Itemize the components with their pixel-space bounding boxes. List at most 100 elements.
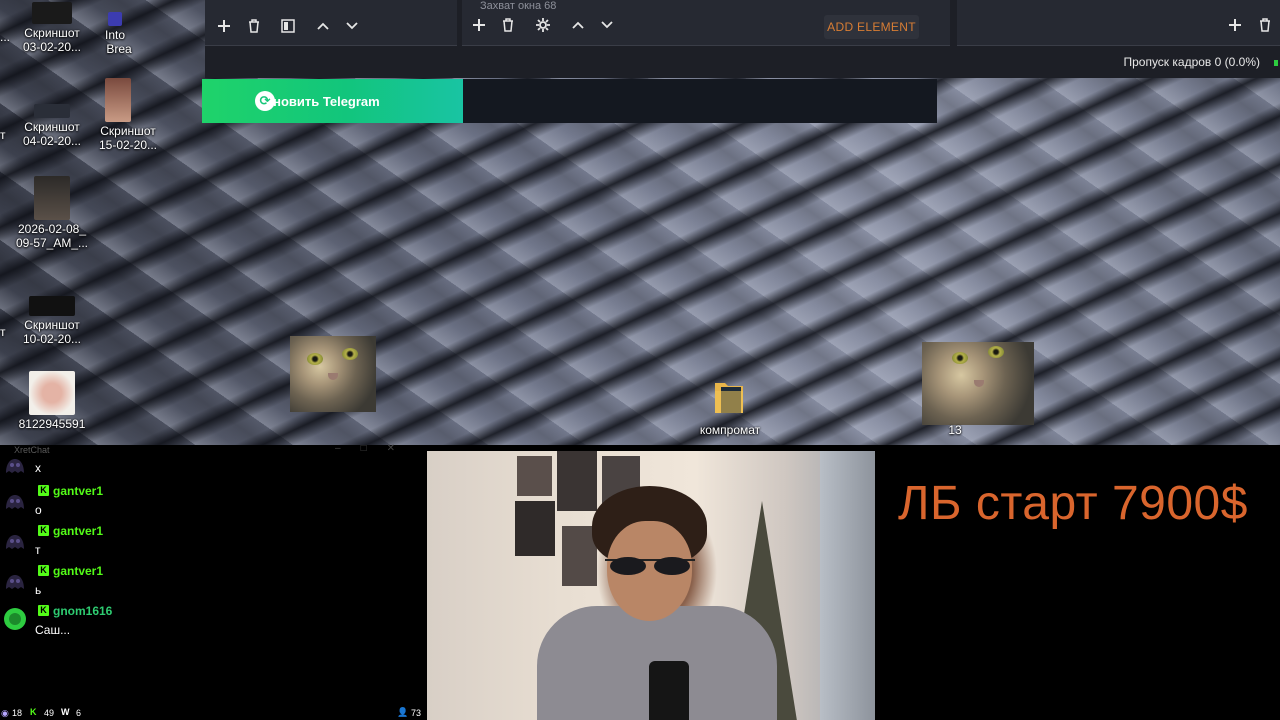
kick-badge-icon: K — [38, 565, 49, 576]
desktop-icon-folder[interactable] — [713, 377, 745, 415]
cut-off-label: т — [0, 128, 6, 142]
desktop-icon-screenshot-4[interactable]: Скриншот 10-02-20... — [12, 296, 92, 346]
cat-eye — [988, 346, 1004, 358]
stat-count-a: 18 — [12, 708, 23, 718]
chat-username[interactable]: gantver1 — [53, 484, 103, 498]
stat-count-w: 6 — [76, 708, 82, 718]
chat-username[interactable]: gantver1 — [53, 564, 103, 578]
chat-username[interactable]: gnom1616 — [53, 604, 112, 618]
desktop-icon-video[interactable]: 2026-02-08_ 09-57_AM_... — [12, 176, 92, 250]
w-stat-icon: W — [61, 707, 70, 717]
chat-message-text: ь — [35, 583, 42, 597]
screenshot-thumbnail-icon — [29, 296, 75, 316]
wall-poster — [557, 451, 597, 511]
move-scene-up-button[interactable] — [311, 14, 335, 38]
update-telegram-button[interactable]: Обновить Telegram — [202, 79, 463, 123]
cat-nose — [974, 380, 984, 387]
app-icon — [108, 12, 122, 26]
dropped-frames-status: Пропуск кадров 0 (0.0%) — [1123, 55, 1260, 69]
chat-username[interactable]: gantver1 — [53, 524, 103, 538]
ghost-avatar-icon — [6, 575, 24, 589]
add-source-button[interactable] — [467, 13, 491, 37]
desktop-icon-into-break[interactable]: Into Brea — [90, 12, 140, 56]
chat-overlay: XretChat –□✕ х K gantver1 о K gantver1 т… — [0, 443, 425, 720]
remove-source-button[interactable] — [496, 13, 520, 37]
chat-message-text: о — [35, 503, 42, 517]
kick-badge-icon: K — [38, 605, 49, 616]
chat-message: K gantver1 ь — [0, 563, 420, 603]
trash-icon — [249, 19, 259, 33]
viewer-count: 73 — [411, 708, 422, 718]
add-element-button[interactable]: ADD ELEMENT — [824, 15, 919, 39]
user-avatar — [2, 569, 28, 593]
scenes-dock-toolbar — [205, 0, 457, 46]
stat-count-k: 49 — [44, 708, 55, 718]
stream-promo-text: ЛБ старт 7900$ — [898, 477, 1248, 530]
source-item-window-capture[interactable]: Захват окна 68 — [480, 0, 590, 10]
screenshot-thumbnail-icon — [105, 78, 131, 122]
chat-message-text: т — [35, 543, 41, 557]
desktop-icon-screenshot-1[interactable]: Скриншот 03-02-20... — [12, 2, 92, 54]
screenshot-thumbnail-icon — [34, 104, 70, 118]
desktop-icon-image[interactable]: 8122945591 — [12, 371, 92, 431]
chevron-up-icon — [317, 22, 329, 30]
kick-stat-icon: K — [30, 707, 37, 717]
obs-window: Захват окна 68 ADD ELEMENT Пропуск кадро… — [205, 0, 1280, 78]
desktop-icon-cat-image-2[interactable] — [922, 342, 1034, 425]
gear-icon — [536, 18, 550, 32]
plus-icon — [473, 19, 485, 31]
source-properties-button[interactable] — [531, 13, 555, 37]
scene-filters-button[interactable] — [276, 14, 300, 38]
webcam-feed — [427, 451, 875, 720]
image-thumbnail-icon — [29, 371, 75, 415]
cat-image-label: 13 — [948, 423, 962, 437]
trash-icon — [1260, 18, 1270, 32]
sources-dock-toolbar: Захват окна 68 ADD ELEMENT — [462, 0, 950, 46]
desktop-icon-screenshot-2[interactable]: Скриншот 04-02-20... — [12, 104, 92, 148]
move-source-up-button[interactable] — [566, 13, 590, 37]
filter-icon — [281, 19, 295, 33]
cat-eye — [342, 348, 358, 360]
status-indicator-icon — [1274, 60, 1278, 66]
chat-window-controls: –□✕ — [335, 443, 415, 454]
wall-poster — [515, 501, 555, 556]
add-scene-button[interactable] — [212, 14, 236, 38]
cat-eye — [307, 353, 323, 365]
microphone — [649, 661, 689, 720]
chevron-down-icon — [346, 22, 358, 30]
user-avatar — [2, 453, 28, 477]
folder-label: компромат — [699, 423, 761, 437]
cut-off-label: ... — [0, 30, 11, 44]
move-source-down-button[interactable] — [595, 13, 619, 37]
viewer-icon: 👤 — [397, 707, 409, 717]
cut-off-label: т — [0, 325, 6, 339]
trash-icon — [503, 18, 513, 32]
add-button[interactable] — [1223, 13, 1247, 37]
screenshot-thumbnail-icon — [32, 2, 72, 24]
user-avatar — [2, 529, 28, 553]
chat-message: K gantver1 о — [0, 483, 420, 523]
green-avatar-icon — [4, 608, 26, 630]
cat-nose — [328, 373, 338, 380]
kick-badge-icon: K — [38, 525, 49, 536]
cat-eye — [952, 352, 968, 364]
ghost-avatar-icon — [6, 535, 24, 549]
chat-message: х — [0, 459, 420, 479]
chat-message-text: х — [35, 461, 41, 475]
desktop-icon-cat-image[interactable] — [290, 336, 376, 412]
wall-poster — [517, 456, 552, 496]
refresh-icon: ⟳ — [255, 91, 275, 111]
remove-button[interactable] — [1253, 13, 1277, 37]
chat-message: K gantver1 т — [0, 523, 420, 563]
right-dock-toolbar — [957, 0, 1280, 46]
remove-scene-button[interactable] — [242, 14, 266, 38]
chat-stats-bar: ◉ 18 K 49 W 6 👤 73 — [0, 707, 425, 720]
ghost-avatar-icon — [6, 495, 24, 509]
chevron-down-icon — [601, 21, 613, 29]
desktop-icon-screenshot-3[interactable]: Скриншот 15-02-20... — [88, 78, 168, 152]
chevron-up-icon — [572, 21, 584, 29]
user-avatar — [2, 607, 28, 631]
move-scene-down-button[interactable] — [340, 14, 364, 38]
sunglasses-icon — [605, 557, 695, 575]
chat-message: K gnom1616 Саш... — [0, 603, 420, 643]
